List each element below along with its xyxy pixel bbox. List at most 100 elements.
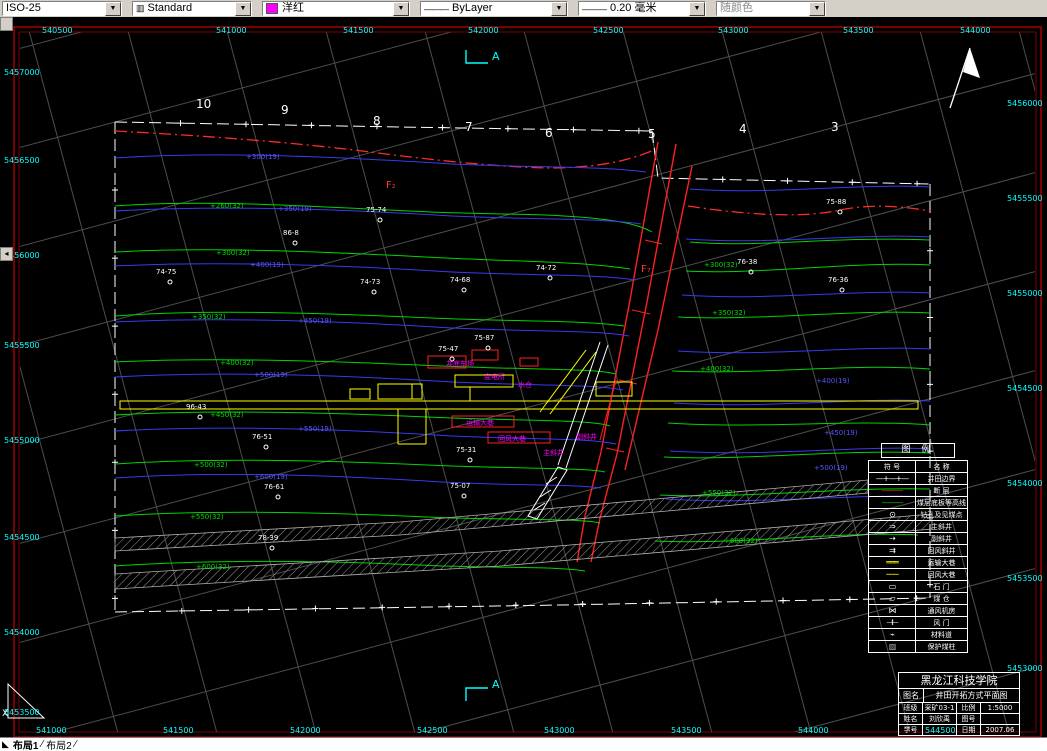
style-icon: ▥: [136, 3, 145, 13]
tab-layout1[interactable]: 布局1: [11, 737, 41, 751]
plot-style-value: 随颜色: [720, 2, 753, 14]
legend-symbol: ———: [868, 496, 916, 509]
fault-label: F₇: [641, 264, 651, 275]
properties-toolbar: ISO-25 ▼ ▥ Standard ▼ 洋红 ▼ ——— ByLayer ▼…: [0, 0, 1047, 18]
dim-style-combo[interactable]: ISO-25 ▼: [2, 1, 122, 16]
tab-separator: ∕: [74, 739, 77, 750]
autocad-window: ISO-25 ▼ ▥ Standard ▼ 洋红 ▼ ——— ByLayer ▼…: [0, 0, 1047, 751]
legend-table: 图 例 符 号 名 称 —+—+— 井田边界 ——— 断 层 ——— 煤层底板等高线 ⊙ 钻孔…: [868, 443, 968, 653]
tb-cell: 学号: [899, 725, 923, 735]
coord-label: 541000: [36, 726, 67, 735]
pan-left-button[interactable]: ◂: [0, 247, 13, 261]
legend-symbol: ───: [868, 568, 916, 581]
color-combo[interactable]: 洋红 ▼: [262, 1, 410, 16]
coord-label: 543000: [718, 26, 749, 35]
dim-style-value: ISO-25: [6, 2, 41, 14]
section-letter: A: [492, 50, 500, 63]
coord-label: 5453500: [1007, 574, 1043, 583]
borehole-marker: [461, 287, 467, 293]
contour-label: +400(19): [250, 261, 284, 269]
dropdown-arrow-icon[interactable]: ▼: [809, 1, 825, 16]
contour-label: +500(19): [254, 371, 288, 379]
dropdown-arrow-icon[interactable]: ▼: [393, 1, 409, 16]
legend-symbol: —+—+—: [868, 472, 916, 485]
legend-name: 运输大巷: [915, 556, 968, 569]
legend-row: ─── 回风大巷: [868, 568, 968, 581]
drawing-name-label: 图名: [899, 689, 924, 702]
ucs-x-label: X: [2, 709, 8, 719]
contour-label: +500(32): [194, 461, 228, 469]
contour-label: +300(32): [704, 261, 738, 269]
legend-row: ⊙ 钻孔及见煤点: [868, 508, 968, 521]
linetype-combo[interactable]: ——— ByLayer ▼: [420, 1, 568, 16]
tb-cell: 班级: [899, 703, 923, 714]
legend-row: ——— 煤层底板等高线: [868, 496, 968, 509]
borehole-label: 75-47: [438, 345, 458, 353]
borehole-marker: [461, 493, 467, 499]
contour-label: +600(32): [196, 563, 230, 571]
legend-title: 图 例: [881, 443, 955, 458]
coord-label: 5454500: [1007, 384, 1043, 393]
coord-label: 542000: [290, 726, 321, 735]
borehole-marker: [467, 457, 473, 463]
drawing-canvas[interactable]: 540500 541000 541500 542000 542500 543000 5435…: [0, 17, 1047, 738]
table-style-value: Standard: [147, 2, 193, 14]
tb-cell: [981, 714, 1019, 725]
legend-name: 回风大巷: [915, 568, 968, 581]
legend-row: ⊣⊢ 风 门: [868, 616, 968, 629]
title-info-grid: 班级 采矿03-1 比例 1:5000 姓名 刘欣禹 图号 学号 日期 2007…: [899, 703, 1019, 735]
contour-label: +500(19): [814, 464, 848, 472]
dropdown-arrow-icon[interactable]: ▼: [551, 1, 567, 16]
legend-name: 断 层: [915, 484, 968, 497]
section-number: 4: [739, 122, 747, 136]
borehole-label: 75-87: [474, 334, 494, 342]
legend-name: 煤层底板等高线: [915, 496, 968, 509]
legend-row: ═══ 运输大巷: [868, 556, 968, 569]
legend-symbol: ⇢: [868, 532, 916, 545]
section-number: 3: [831, 120, 839, 134]
contour-label: +400(32): [220, 359, 254, 367]
legend-name: 材料道: [915, 628, 968, 641]
coord-label: 543500: [671, 726, 702, 735]
tb-cell: 图号: [957, 714, 981, 725]
legend-symbol: ⊙: [868, 508, 916, 521]
legend-symbol: ⇉: [868, 544, 916, 557]
linetype-line-icon: ———: [424, 3, 449, 14]
legend-row: ▱ 煤 仓: [868, 592, 968, 605]
linetype-value: ByLayer: [452, 2, 493, 14]
tab-layout2[interactable]: 布局2: [44, 737, 74, 751]
contour-label: +600(32): [724, 537, 758, 545]
coord-label: 541500: [163, 726, 194, 735]
facility-label: 回风大巷: [498, 434, 526, 443]
dropdown-arrow-icon[interactable]: ▼: [689, 1, 705, 16]
dropdown-arrow-icon[interactable]: ▼: [235, 1, 251, 16]
legend-row: ——— 断 层: [868, 484, 968, 497]
coord-label: 541500: [343, 26, 374, 35]
legend-row: ▭ 石 门: [868, 580, 968, 593]
legend-name: 石 门: [915, 580, 968, 593]
borehole-label: 75-31: [456, 446, 476, 454]
dropdown-arrow-icon[interactable]: ▼: [105, 1, 121, 16]
legend-col-symbol: 符 号: [868, 460, 916, 473]
color-value: 洋红: [282, 2, 304, 14]
legend-name: 回风斜井: [915, 544, 968, 557]
facility-label: 副斜井: [576, 432, 597, 441]
fault-label: F₂: [386, 180, 396, 191]
coord-label: 5454000: [4, 628, 40, 637]
facility-label: 变电所: [484, 372, 505, 381]
legend-symbol: ⊣⊢: [868, 616, 916, 629]
table-style-combo[interactable]: ▥ Standard ▼: [132, 1, 252, 16]
tb-cell: [923, 725, 957, 735]
coord-label: 543500: [843, 26, 874, 35]
borehole-label: 75-88: [826, 198, 846, 206]
coord-label: 5454000: [1007, 479, 1043, 488]
tb-cell: 日期: [957, 725, 981, 735]
section-number: 7: [465, 120, 473, 134]
plot-style-combo[interactable]: 随颜色 ▼: [716, 1, 826, 16]
toolbar-grip[interactable]: [0, 17, 13, 31]
lineweight-combo[interactable]: ——— 0.20 毫米 ▼: [578, 1, 706, 16]
coord-label: 541000: [216, 26, 247, 35]
contour-label: +400(32): [700, 365, 734, 373]
legend-name: 井田边界: [915, 472, 968, 485]
contour-label: +450(19): [298, 317, 332, 325]
